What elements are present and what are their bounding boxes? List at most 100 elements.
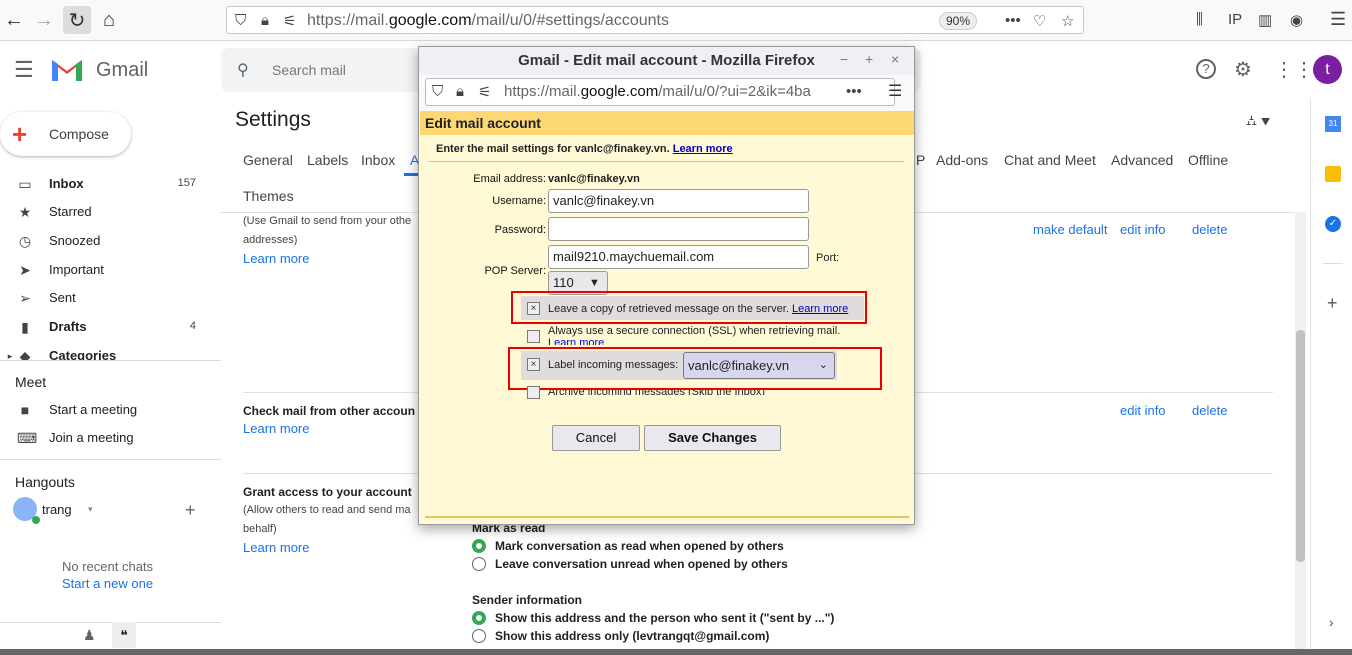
shield-icon[interactable]: ⛉ [235, 12, 246, 29]
divider [0, 622, 221, 623]
port-label: Port: [816, 252, 840, 264]
scrollbar-thumb[interactable] [1296, 330, 1305, 562]
radio-unselected[interactable] [472, 557, 486, 571]
calendar-icon[interactable]: 31 [1325, 116, 1341, 132]
maximize-icon[interactable]: + [865, 51, 873, 67]
home-icon[interactable]: ⌂ [95, 6, 123, 34]
delete-link[interactable]: delete [1192, 403, 1227, 418]
radio-selected[interactable] [472, 539, 486, 553]
label-incoming-checkbox[interactable]: × [527, 358, 540, 371]
close-icon[interactable]: × [891, 51, 899, 67]
start-new-link[interactable]: Start a new one [62, 576, 153, 591]
settings-gear-icon[interactable]: ⚙ [1234, 57, 1252, 82]
radio-unselected[interactable] [472, 629, 486, 643]
radio-selected[interactable] [472, 611, 486, 625]
chevron-down-icon[interactable]: ▾ [88, 504, 93, 515]
tab-inbox[interactable]: Inbox [361, 152, 395, 168]
search-icon[interactable]: ⚲ [237, 60, 249, 80]
keep-icon[interactable] [1325, 166, 1341, 182]
ssl-checkbox[interactable] [527, 330, 540, 343]
lock-icon[interactable]: 🔒︎ [456, 83, 464, 100]
edit-info-link[interactable]: edit info [1120, 222, 1166, 237]
sidebar-item-sent[interactable]: ➢ Sent [0, 284, 210, 312]
save-changes-button[interactable]: Save Changes [644, 425, 781, 451]
learn-more-link[interactable]: Learn more [243, 251, 309, 266]
minimize-icon[interactable]: − [840, 51, 848, 67]
check-mail-title: Check mail from other accoun [243, 404, 416, 418]
tasks-icon[interactable]: ✓ [1325, 216, 1341, 232]
sidebar-item-important[interactable]: ➤ Important [0, 256, 210, 284]
label-select[interactable]: vanlc@finakey.vn ⌄ [683, 352, 835, 379]
leave-copy-learn-more[interactable]: Learn more [792, 303, 848, 315]
tab-advanced[interactable]: Advanced [1111, 152, 1173, 168]
pocket-icon[interactable]: ♡ [1033, 12, 1046, 30]
popup-menu-icon[interactable]: ☰ [888, 81, 902, 101]
learn-more-link[interactable]: Learn more [243, 421, 309, 436]
address-bar[interactable]: ⛉ 🔒︎ ⚟ https://mail.google.com/mail/u/0/… [226, 6, 1084, 34]
chevron-right-icon[interactable]: › [1329, 614, 1334, 630]
main-menu-icon[interactable]: ☰ [14, 57, 34, 83]
sidebar-item-inbox[interactable]: ▭ Inbox 157 [0, 170, 210, 198]
shield-icon[interactable]: ⛉ [432, 83, 443, 100]
make-default-link[interactable]: make default [1033, 222, 1107, 237]
cancel-button[interactable]: Cancel [552, 425, 640, 451]
zoom-badge[interactable]: 90% [939, 12, 977, 30]
add-addon-icon[interactable]: + [1327, 293, 1338, 314]
forward-icon[interactable]: → [30, 6, 58, 34]
ip-icon[interactable]: IP [1228, 11, 1242, 28]
permissions-icon[interactable]: ⚟ [283, 12, 296, 30]
permissions-icon[interactable]: ⚟ [478, 83, 491, 101]
lock-icon[interactable]: 🔒︎ [261, 12, 269, 29]
tab-labels[interactable]: Labels [307, 152, 348, 168]
back-icon[interactable]: ← [0, 6, 28, 34]
plus-icon: + [12, 119, 28, 149]
sender-info-title: Sender information [472, 593, 583, 607]
password-field[interactable] [548, 217, 809, 241]
add-icon[interactable]: + [185, 500, 196, 521]
dialog-body: Edit mail account Enter the mail setting… [420, 111, 914, 523]
compose-button[interactable]: + Compose [0, 112, 131, 156]
start-meeting-item[interactable]: ■ Start a meeting [0, 396, 210, 424]
tab-pop[interactable]: P [916, 152, 925, 168]
menu-icon[interactable]: ☰ [1330, 9, 1346, 30]
tab-offline[interactable]: Offline [1188, 152, 1228, 168]
sidebar-item-starred[interactable]: ★ Starred [0, 198, 210, 226]
avatar[interactable]: t [1313, 55, 1342, 84]
ssl-learn-more[interactable]: Learn more [548, 337, 604, 345]
sidebar-item-snoozed[interactable]: ◷ Snoozed [0, 227, 210, 255]
hangouts-user[interactable]: trang [42, 502, 72, 517]
scrollbar[interactable] [1295, 212, 1306, 650]
search-input[interactable]: Search mail [272, 62, 346, 78]
sidebar-icon[interactable]: ▥ [1258, 11, 1272, 29]
intro-learn-more-link[interactable]: Learn more [673, 143, 733, 155]
username-field[interactable]: vanlc@finakey.vn [548, 189, 809, 213]
bookmark-star-icon[interactable]: ☆ [1061, 12, 1074, 30]
browser-toolbar: ← → ↻ ⌂ ⛉ 🔒︎ ⚟ https://mail.google.com/m… [0, 0, 1352, 41]
popup-address-bar[interactable]: ⛉ 🔒︎ ⚟ https://mail.google.com/mail/u/0/… [425, 78, 895, 106]
sidebar-item-categories[interactable]: ▸ ◆ Categories [0, 342, 210, 360]
leave-copy-checkbox[interactable]: × [527, 302, 540, 315]
tab-themes[interactable]: Themes [243, 188, 294, 204]
input-tools-icon[interactable]: ⛼ ▾ [1246, 112, 1270, 131]
learn-more-link[interactable]: Learn more [243, 540, 309, 555]
hangouts-icon[interactable]: ❝ [112, 622, 136, 648]
hangouts-title: Hangouts [15, 474, 75, 490]
help-icon[interactable]: ? [1196, 59, 1216, 79]
person-icon[interactable]: ♟ [83, 627, 96, 644]
email-value: vanlc@finakey.vn [548, 173, 640, 185]
tab-chat-meet[interactable]: Chat and Meet [1004, 152, 1096, 168]
more-icon[interactable]: ••• [846, 83, 862, 100]
more-icon[interactable]: ••• [1005, 12, 1021, 29]
tab-general[interactable]: General [243, 152, 293, 168]
reload-icon[interactable]: ↻ [63, 6, 91, 34]
tab-addons[interactable]: Add-ons [936, 152, 988, 168]
edit-info-link[interactable]: edit info [1120, 403, 1166, 418]
library-icon[interactable]: ⫼ [1196, 11, 1203, 28]
gmail-logo-icon[interactable] [50, 56, 84, 82]
delete-link[interactable]: delete [1192, 222, 1227, 237]
account-icon[interactable]: ◉ [1290, 11, 1303, 29]
archive-checkbox[interactable] [527, 386, 540, 399]
sidebar-item-drafts[interactable]: ▮ Drafts 4 [0, 313, 210, 341]
pop-server-field[interactable]: mail9210.maychuemail.com [548, 245, 809, 269]
join-meeting-item[interactable]: ⌨ Join a meeting [0, 424, 210, 452]
